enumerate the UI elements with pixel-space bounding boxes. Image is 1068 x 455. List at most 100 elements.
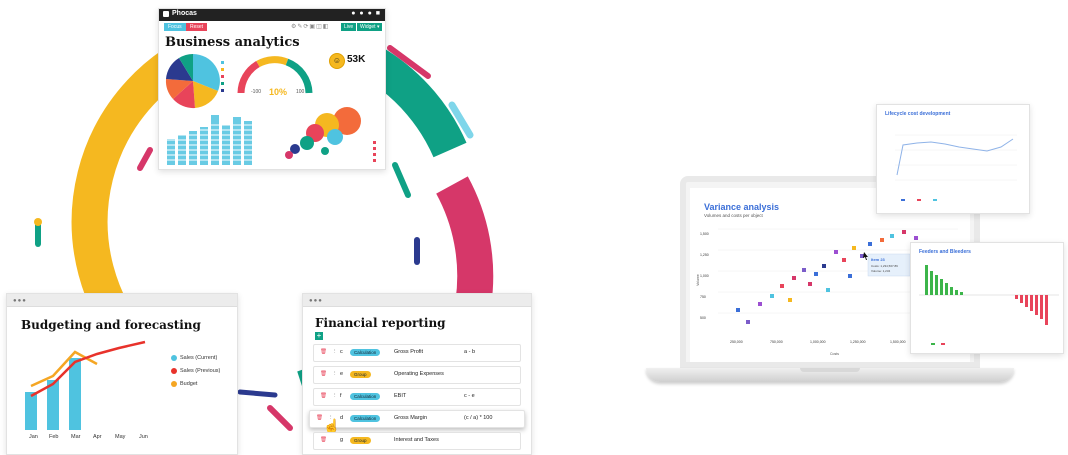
legend-label: Sales (Previous) [180,368,221,374]
deco-stroke-pink-bottom [267,405,293,431]
row-code: g [340,437,344,443]
x-tick: 1,500,000 [890,340,906,344]
month-label: Mar [71,434,81,440]
row-code: d [340,415,344,421]
row-formula: a - b [464,349,476,355]
gauge-max-label: 100 [296,89,305,95]
delete-icon[interactable]: 🗑 [320,437,327,443]
laptop-base [646,368,1014,382]
business-analytics-card: Phocas ● ● ● ■ Focus Reset ⚙✎⟳▣◫◧ Live W… [158,8,386,170]
report-row[interactable]: 🗑 ⋮ c Calculation Gross Profit a - b [313,344,521,362]
row-tag: Calculation [350,393,381,400]
focus-button[interactable]: Focus [164,23,186,31]
feeders-card: Feeders and Bleeders [910,242,1064,354]
tooltip-line: Volume: 1,234 [871,269,891,273]
lifecycle-line [896,138,1014,176]
y-tick: 750 [700,295,706,299]
report-row-dragging[interactable]: 🗑 ⋮ d Calculation Gross Margin (c / a) *… [309,410,525,428]
variance-subtitle: Volumes and costs per object [704,213,763,218]
row-label: Gross Margin [394,415,428,421]
row-code: e [340,371,344,377]
row-formula: c - e [464,393,475,399]
drag-handle-icon[interactable]: ⋮ [332,349,338,355]
delete-icon[interactable]: 🗑 [320,371,327,377]
phocas-app-title: Phocas [172,10,197,17]
legend-dot-icon [171,380,177,387]
row-tag: Group [350,371,371,378]
x-tick: 750,000 [770,340,783,344]
add-row-icon[interactable]: + [315,332,323,340]
y-ticks: 1,500 1,250 1,000 750 500 [700,224,709,329]
month-label: Jun [139,434,148,440]
bubble [321,147,329,155]
phocas-toolbar: Focus Reset ⚙✎⟳▣◫◧ Live Widget ▾ [159,21,385,35]
delete-icon[interactable]: 🗑 [316,415,323,421]
x-tick: 1,000,000 [810,340,826,344]
x-tick: 250,000 [730,340,743,344]
budgeting-title: Budgeting and forecasting [21,318,201,332]
legend-dot-icon [171,354,177,361]
bubble [300,136,314,150]
lifecycle-card: Lifecycle cost development [876,104,1030,214]
bar-mar [69,358,81,430]
legend-item: Budget [171,378,220,391]
tooltip-line: Costs: 1,234,567.89 [871,264,898,268]
widget-button[interactable]: Widget ▾ [357,23,383,31]
reset-button[interactable]: Reset [186,23,208,31]
month-label: Feb [49,434,59,440]
month-label: Apr [93,434,102,440]
feeders-title: Feeders and Bleeders [919,249,971,255]
pie-legend [221,61,225,92]
bubble-chart [285,107,376,162]
window-controls-icon[interactable]: ● ● ● ■ [351,10,381,17]
bar [200,127,208,165]
budgeting-card-topbar: ●●● [7,294,237,307]
row-tag: Calculation [350,415,381,422]
lifecycle-chart [895,134,1017,201]
gauge-yellow [256,56,289,68]
pie-chart [165,54,220,109]
tooltip-title: Item 23 [871,257,886,262]
deco-stroke-navy-bottom [237,389,278,398]
kpi-value: 53K [347,54,366,65]
bar [167,139,175,165]
toolbar-icons[interactable]: ⚙✎⟳▣◫◧ [291,23,329,30]
delete-icon[interactable]: 🗑 [320,349,327,355]
x-axis-label: Costs [830,352,839,356]
drag-handle-icon[interactable]: ⋮ [332,393,338,399]
deco-stroke-pink-left [137,147,153,171]
budget-chart [25,340,146,430]
row-label: Gross Profit [394,349,424,355]
smiley-icon: ☺ [329,53,345,69]
y-tick: 1,500 [700,232,709,236]
lifecycle-title: Lifecycle cost development [885,111,951,117]
row-tag: Calculation [350,349,381,356]
y-tick: 500 [700,316,706,320]
financial-title: Financial reporting [315,316,446,330]
bar-jan [25,392,37,430]
row-code: f [340,393,342,399]
bubble [327,129,343,145]
row-tag: Group [350,437,371,444]
drag-handle-icon[interactable]: ⋮ [332,371,338,377]
deco-dot-yellow [34,218,42,226]
pointer-cursor-icon [863,252,868,260]
delete-icon[interactable]: 🗑 [320,393,327,399]
feeders-chart [919,265,1059,345]
gauge-min-label: -100 [251,89,262,95]
y-tick: 1,000 [700,274,709,278]
window-dots-icon: ●●● [309,298,323,304]
report-row[interactable]: 🗑 ⋮ f Calculation EBIT c - e [313,388,521,406]
window-dots-icon: ●●● [13,298,27,304]
sales-previous-line [30,340,146,398]
budget-legend: Sales (Current) Sales (Previous) Budget [171,352,220,391]
report-row[interactable]: 🗑 ⋮ e Group Operating Expenses [313,366,521,384]
report-row[interactable]: 🗑 g Group Interest and Taxes [313,432,521,450]
month-label: Jan [29,434,38,440]
legend-label: Budget [180,381,198,387]
row-label: EBIT [394,393,407,399]
live-button[interactable]: Live [341,23,357,31]
feeder-bars [925,265,963,295]
laptop-notch [800,368,860,372]
legend-item: Sales (Previous) [171,365,220,378]
